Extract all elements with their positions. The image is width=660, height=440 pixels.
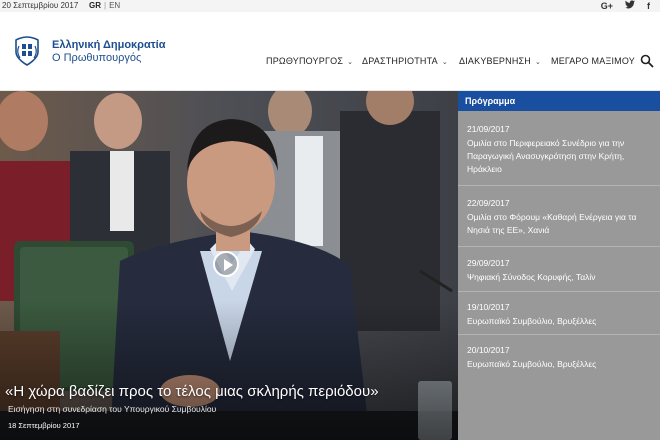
- hero-video[interactable]: «Η χώρα βαδίζει προς το τέλος μιας σκληρ…: [0, 91, 458, 440]
- event-date: 22/09/2017: [467, 198, 510, 208]
- event-date: 21/09/2017: [467, 124, 510, 134]
- top-bar: 20 Σεπτεμβρίου 2017 GR | EN G+ f: [0, 0, 660, 12]
- schedule-event[interactable]: 21/09/2017 Ομιλία στο Περιφερειακό Συνέδ…: [467, 123, 655, 176]
- nav-item-label: ΔΙΑΚΥΒΕΡΝΗΣΗ: [459, 56, 531, 66]
- social-links: G+ f: [601, 0, 650, 12]
- schedule-divider: [458, 246, 660, 247]
- nav-item-activity[interactable]: ΔΡΑΣΤΗΡΙΟΤΗΤΑ ⌄: [362, 56, 448, 66]
- site-header: Ελληνική Δημοκρατία Ο Πρωθυπουργός ΠΡΩΘΥ…: [0, 12, 660, 91]
- nav-item-maximos-mansion[interactable]: ΜΕΓΑΡΟ ΜΑΞΙΜΟΥ: [551, 56, 635, 66]
- nav-item-label: ΠΡΩΘΥΠΟΥΡΓΟΣ: [266, 56, 344, 66]
- schedule-panel: Πρόγραμμα 21/09/2017 Ομιλία στο Περιφερε…: [458, 91, 660, 440]
- hero-subtitle: Εισήγηση στη συνεδρίαση του Υπουργικού Σ…: [8, 404, 217, 414]
- nav-item-label: ΜΕΓΑΡΟ ΜΑΞΙΜΟΥ: [551, 56, 635, 66]
- nav-item-governance[interactable]: ΔΙΑΚΥΒΕΡΝΗΣΗ ⌄: [459, 56, 541, 66]
- event-title: Ευρωπαϊκό Συμβούλιο, Βρυξέλλες: [467, 316, 597, 326]
- twitter-icon[interactable]: [625, 0, 635, 12]
- chevron-down-icon: ⌄: [347, 59, 354, 66]
- schedule-divider: [458, 185, 660, 186]
- google-plus-icon[interactable]: G+: [601, 0, 613, 12]
- event-title: Ψηφιακή Σύνοδος Κορυφής, Ταλίν: [467, 272, 596, 282]
- event-title: Ομιλία στο Περιφερειακό Συνέδριο για την…: [467, 138, 625, 174]
- language-gr-link[interactable]: GR: [89, 1, 101, 10]
- nav-item-label: ΔΡΑΣΤΗΡΙΟΤΗΤΑ: [362, 56, 438, 66]
- event-title: Ευρωπαϊκό Συμβούλιο, Βρυξέλλες: [467, 359, 597, 369]
- event-date: 19/10/2017: [467, 302, 510, 312]
- event-date: 20/10/2017: [467, 345, 510, 355]
- language-en-link[interactable]: EN: [109, 1, 120, 10]
- hero-date: 18 Σεπτεμβρίου 2017: [8, 421, 80, 430]
- schedule-event[interactable]: 29/09/2017 Ψηφιακή Σύνοδος Κορυφής, Ταλί…: [467, 257, 655, 284]
- play-video-button[interactable]: [213, 251, 239, 277]
- language-separator: |: [104, 1, 107, 10]
- current-date: 20 Σεπτεμβρίου 2017: [2, 1, 79, 10]
- event-title: Ομιλία στο Φόρουμ «Καθαρή Ενέργεια για τ…: [467, 212, 637, 235]
- schedule-divider: [458, 291, 660, 292]
- chevron-down-icon: ⌄: [441, 59, 448, 66]
- chevron-down-icon: ⌄: [535, 59, 542, 66]
- language-switcher: GR | EN: [89, 1, 120, 10]
- event-date: 29/09/2017: [467, 258, 510, 268]
- schedule-event[interactable]: 22/09/2017 Ομιλία στο Φόρουμ «Καθαρή Ενέ…: [467, 197, 655, 237]
- page: 20 Σεπτεμβρίου 2017 GR | EN G+ f Ελληνική …: [0, 0, 660, 440]
- facebook-icon[interactable]: f: [647, 0, 650, 12]
- hero-title[interactable]: «Η χώρα βαδίζει προς το τέλος μιας σκληρ…: [5, 383, 379, 400]
- schedule-heading: Πρόγραμμα: [458, 91, 660, 111]
- main-nav: ΠΡΩΘΥΠΟΥΡΓΟΣ ⌄ ΔΡΑΣΤΗΡΙΟΤΗΤΑ ⌄ ΔΙΑΚΥΒΕΡΝΗΣ…: [0, 56, 660, 70]
- search-icon[interactable]: [640, 54, 654, 68]
- brand-line-1: Ελληνική Δημοκρατία: [52, 39, 166, 51]
- schedule-divider: [458, 334, 660, 335]
- schedule-event[interactable]: 19/10/2017 Ευρωπαϊκό Συμβούλιο, Βρυξέλλε…: [467, 301, 655, 328]
- schedule-event[interactable]: 20/10/2017 Ευρωπαϊκό Συμβούλιο, Βρυξέλλε…: [467, 344, 655, 371]
- nav-item-prime-minister[interactable]: ΠΡΩΘΥΠΟΥΡΓΟΣ ⌄: [266, 56, 353, 66]
